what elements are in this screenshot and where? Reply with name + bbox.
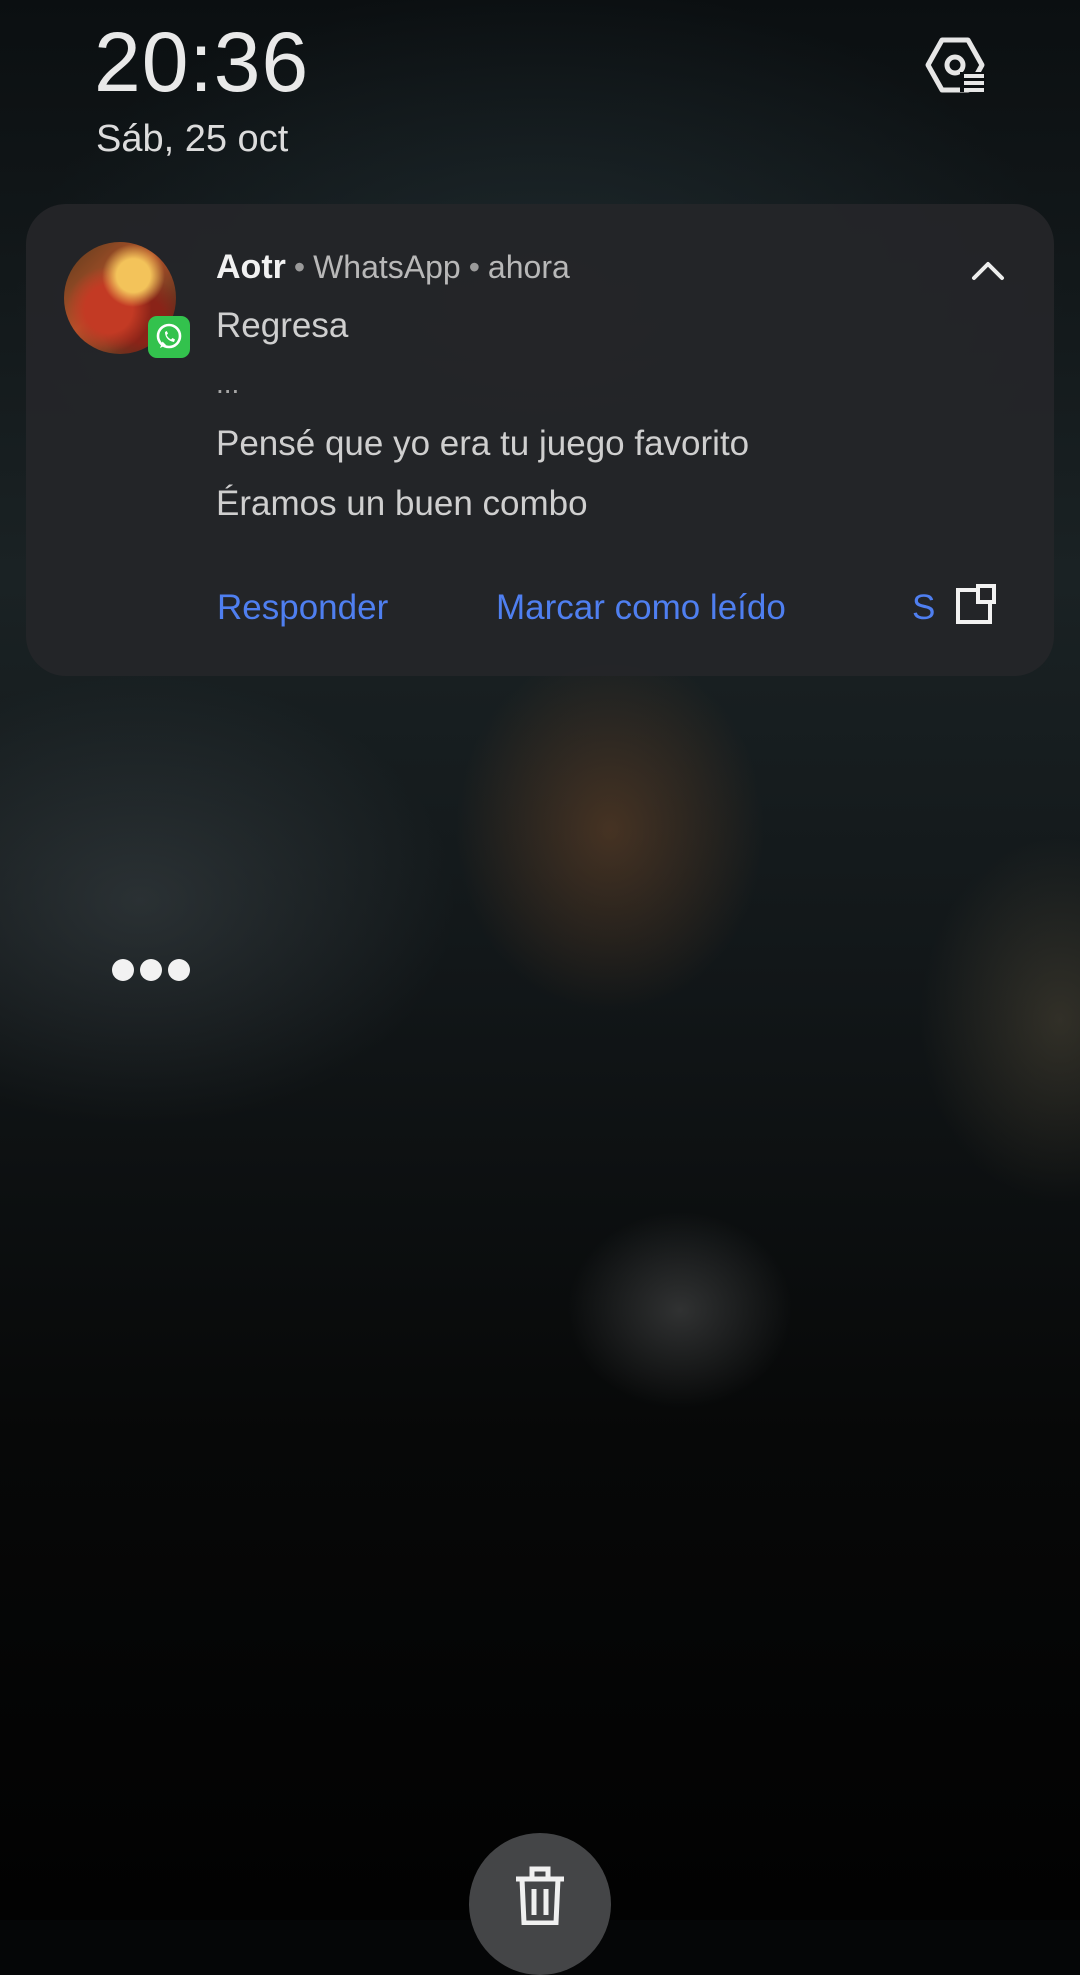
message-line: ... [216, 368, 240, 399]
app-name: WhatsApp [313, 249, 461, 285]
notification-header: Aotr • WhatsApp • ahora [216, 248, 570, 287]
dot [168, 959, 190, 981]
mark-read-button[interactable]: Marcar como leído [496, 588, 786, 628]
dot [140, 959, 162, 981]
message-line: Éramos un buen combo [216, 484, 588, 523]
more-dots-icon[interactable] [112, 959, 202, 983]
gear-icon[interactable] [922, 32, 988, 98]
lockscreen-date: Sáb, 25 oct [96, 118, 289, 160]
separator-dot: • [468, 249, 480, 285]
message-line: Pensé que yo era tu juego favorito [216, 424, 750, 463]
separator-dot: • [293, 249, 306, 285]
message-line: Regresa [216, 306, 349, 345]
open-in-new-icon[interactable] [952, 584, 996, 628]
dot [112, 959, 134, 981]
notification-time: ahora [487, 249, 570, 285]
sender-name: Aotr [216, 248, 286, 286]
whatsapp-icon [148, 316, 190, 358]
notification-card[interactable]: Aotr • WhatsApp • ahora Regresa ... Pensé qu… [26, 204, 1054, 676]
third-action-button[interactable]: S [912, 588, 935, 628]
chevron-up-icon[interactable] [968, 254, 1008, 284]
reply-button[interactable]: Responder [217, 588, 388, 628]
lockscreen-clock: 20:36 [94, 15, 310, 109]
clear-notifications-button[interactable] [469, 1833, 611, 1975]
trash-icon [516, 1866, 564, 1925]
